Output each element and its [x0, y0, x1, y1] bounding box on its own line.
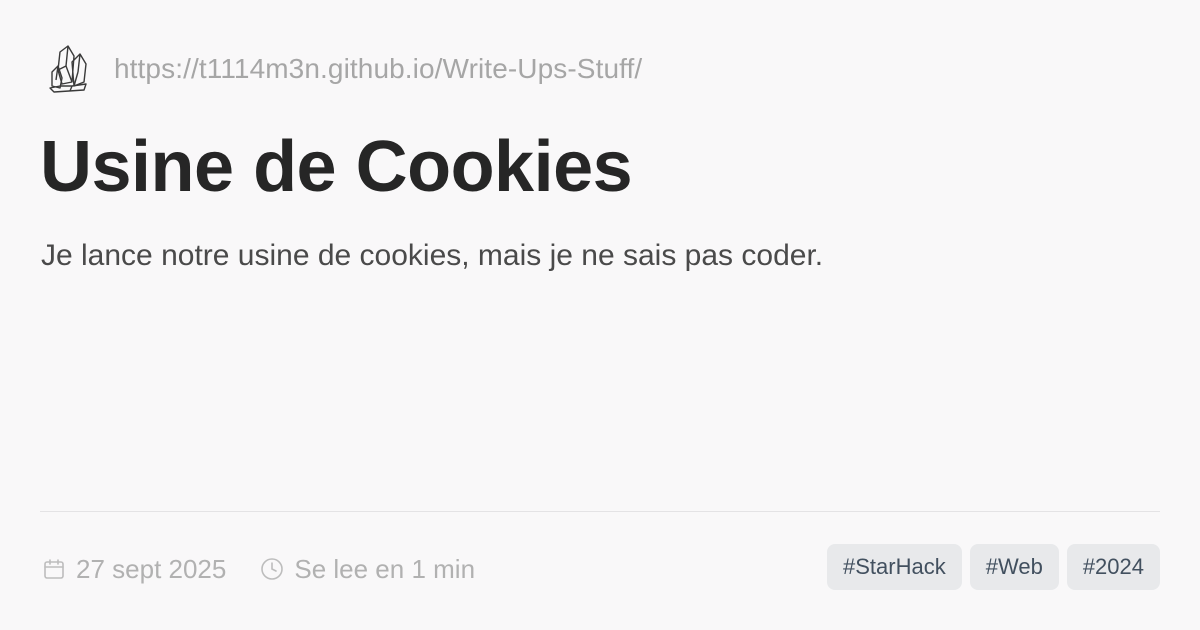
crystal-cluster-icon — [49, 45, 87, 93]
post-meta: 27 sept 2025 Se lee en 1 min — [42, 550, 475, 588]
calendar-icon — [44, 559, 64, 579]
reading-time: Se lee en 1 min — [260, 554, 475, 585]
reading-time-text: Se lee en 1 min — [294, 553, 476, 584]
site-header: https://t1114m3n.github.io/Write-Ups-Stu… — [46, 42, 642, 96]
clock-icon — [261, 558, 284, 580]
tag-starhack[interactable]: #StarHack — [827, 544, 962, 590]
site-url[interactable]: https://t1114m3n.github.io/Write-Ups-Stu… — [114, 53, 642, 85]
publish-date-text: 27 sept 2025 — [76, 553, 227, 584]
tag-2024[interactable]: #2024 — [1066, 544, 1160, 590]
page-title: Usine de Cookies — [40, 127, 633, 207]
tag-web[interactable]: #Web — [969, 544, 1059, 590]
divider — [40, 511, 1160, 512]
page-description: Je lance notre usine de cookies, mais je… — [41, 239, 824, 272]
tag-list: #StarHack #Web #2024 — [827, 544, 1160, 590]
publish-date: 27 sept 2025 — [42, 554, 226, 585]
